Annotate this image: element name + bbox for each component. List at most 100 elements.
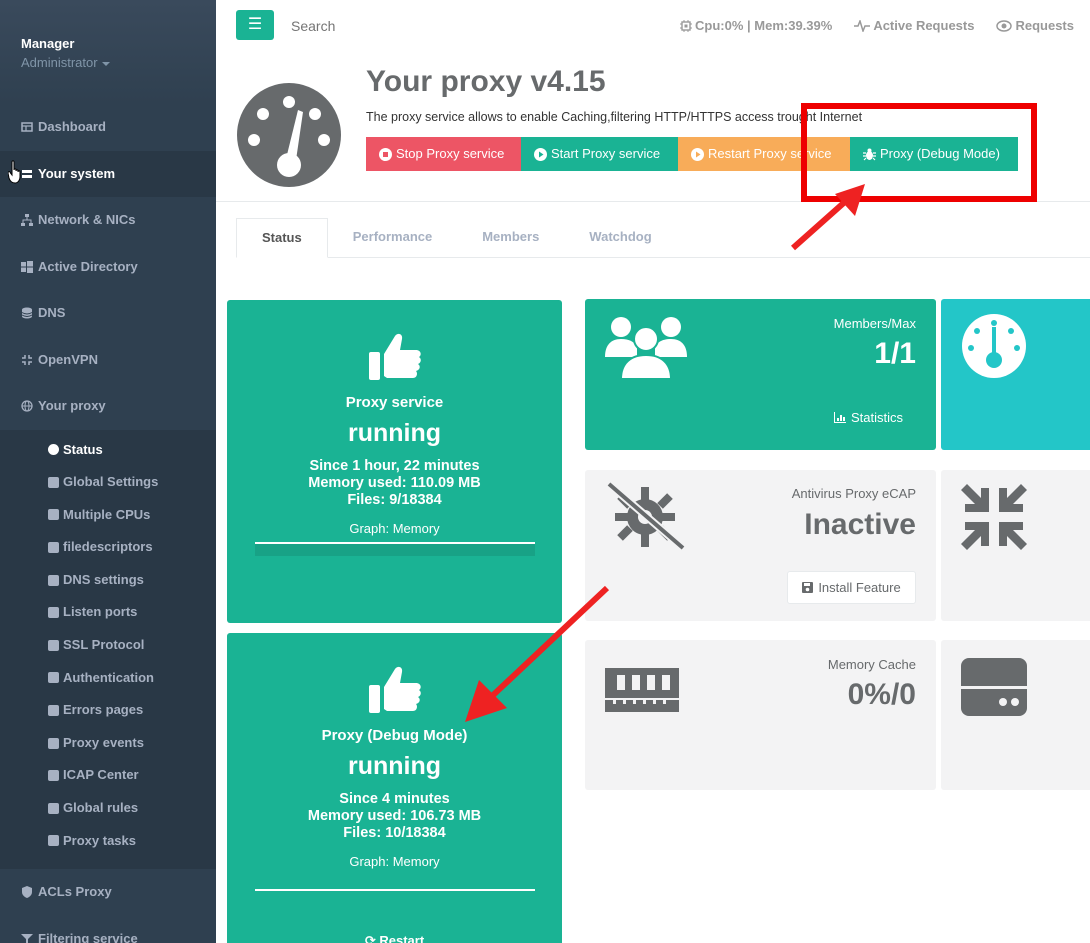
wrench-icon: [48, 607, 59, 619]
card-title: Proxy service: [345, 394, 444, 411]
antivirus-status: Inactive: [804, 508, 916, 541]
sidebar-item-your-system[interactable]: Your system: [0, 150, 216, 197]
sidebar-item-label: ACLs Proxy: [38, 884, 112, 900]
uptime-text: Since 1 hour, 22 minutes: [309, 458, 480, 474]
install-feature-label: Install Feature: [818, 580, 901, 595]
database-icon: [48, 574, 59, 586]
thumbs-up-icon: [368, 333, 421, 380]
antivirus-label: Antivirus Proxy eCAP: [791, 486, 916, 501]
sidebar-item-label: OpenVPN: [38, 351, 98, 367]
eye-icon: [996, 19, 1013, 32]
submenu-item-errors-pages[interactable]: Errors pages: [0, 694, 216, 727]
vpn-icon: [22, 354, 32, 365]
sidebar-item-network[interactable]: Network & NICs: [0, 197, 216, 244]
stop-circle-icon: [379, 147, 392, 161]
memory-module-icon: [605, 668, 679, 712]
proxy-service-card: Proxy service running Since 1 hour, 22 m…: [227, 300, 562, 623]
start-proxy-button[interactable]: Start Proxy service: [521, 137, 678, 171]
submenu-item-proxy-tasks[interactable]: Proxy tasks: [0, 825, 216, 858]
members-widget: Members/Max 1/1 Statistics: [585, 299, 936, 450]
submenu-item-dns-settings[interactable]: DNS settings: [0, 564, 216, 597]
submenu-item-label: Authentication: [63, 669, 154, 685]
stop-proxy-button[interactable]: Stop Proxy service: [366, 137, 521, 171]
compress-arrows-icon: [961, 484, 1027, 550]
submenu-item-icap-center[interactable]: ICAP Center: [0, 759, 216, 792]
annotation-arrow-icon: [465, 585, 610, 722]
cogs-icon: [48, 476, 59, 488]
sidebar-item-label: Active Directory: [38, 258, 138, 274]
nav-menu: Dashboard Your system Network & NICs Act…: [0, 104, 216, 430]
sidebar-item-dashboard[interactable]: Dashboard: [0, 104, 216, 151]
tab-status[interactable]: Status: [236, 218, 328, 258]
submenu-item-status[interactable]: Status: [0, 434, 216, 467]
sidebar-item-label: Your proxy: [38, 398, 106, 413]
submenu-item-filedescriptors[interactable]: filedescriptors: [0, 531, 216, 564]
dashboard-icon: [21, 122, 33, 132]
submenu-item-label: filedescriptors: [63, 539, 153, 555]
submenu-item-label: SSL Protocol: [63, 637, 145, 653]
submenu-item-label: Listen ports: [63, 604, 138, 620]
cpu-mem-indicator[interactable]: Cpu:0% | Mem:39.39%: [680, 18, 832, 33]
file-text-icon: [48, 705, 59, 717]
virus-disabled-icon: [606, 482, 686, 552]
profile-name: Manager: [21, 36, 75, 51]
submenu-item-label: ICAP Center: [63, 767, 139, 783]
tachometer-icon: [962, 314, 1026, 378]
install-feature-button[interactable]: Install Feature: [787, 571, 916, 604]
menu-toggle-button[interactable]: ☰: [236, 10, 274, 40]
submenu-item-authentication[interactable]: Authentication: [0, 662, 216, 695]
database-icon: [21, 307, 33, 319]
floppy-save-icon: [802, 582, 814, 593]
tab-members[interactable]: Members: [457, 218, 564, 258]
system-icon: [22, 169, 32, 178]
submenu-item-global-rules[interactable]: Global rules: [0, 792, 216, 825]
statistics-label: Statistics: [850, 410, 903, 425]
network-icon: [21, 214, 33, 227]
users-group-icon: [605, 317, 687, 379]
statistics-link[interactable]: Statistics: [833, 410, 903, 425]
page-title: Your proxy v4.15: [366, 65, 606, 98]
cpu-icon: [48, 509, 59, 521]
requests-text: Requests: [1015, 18, 1074, 33]
status-tabs: Status Performance Members Watchdog: [236, 218, 1090, 258]
submenu-item-global-settings[interactable]: Global Settings: [0, 466, 216, 499]
tab-performance[interactable]: Performance: [328, 218, 457, 258]
thumbs-up-icon: [368, 666, 421, 713]
cpu-mem-text: Cpu:0% | Mem:39.39%: [695, 18, 833, 33]
active-requests-text: Active Requests: [873, 18, 975, 33]
active-requests-link[interactable]: Active Requests: [854, 18, 974, 33]
submenu-item-multiple-cpus[interactable]: Multiple CPUs: [0, 499, 216, 532]
sidebar-item-openvpn[interactable]: OpenVPN: [0, 337, 216, 384]
submenu-item-label: Proxy tasks: [63, 832, 136, 848]
globe-icon: [21, 400, 33, 412]
compression-widget: [941, 470, 1090, 621]
service-status: running: [347, 752, 442, 780]
restart-link[interactable]: ⟳ Restart: [227, 933, 562, 943]
memory-graph[interactable]: [254, 889, 535, 891]
tab-watchdog[interactable]: Watchdog: [564, 218, 676, 258]
submenu-item-proxy-events[interactable]: Proxy events: [0, 727, 216, 760]
sidebar-item-your-proxy[interactable]: Your proxy: [0, 383, 216, 430]
caret-down-icon: [101, 61, 110, 66]
ssl-icon: [48, 639, 59, 651]
storage-widget: [941, 640, 1090, 790]
play-circle-icon: [534, 147, 547, 161]
memory-graph[interactable]: [254, 542, 535, 556]
cpu-icon: [680, 19, 693, 32]
submenu-item-listen-ports[interactable]: Listen ports: [0, 596, 216, 629]
sidebar-item-active-directory[interactable]: Active Directory: [0, 244, 216, 291]
sidebar-item-filtering-service[interactable]: Filtering service: [0, 916, 216, 943]
sidebar-item-dns[interactable]: DNS: [0, 290, 216, 337]
annotation-arrow-icon: [791, 184, 865, 251]
members-value: 1/1: [874, 337, 916, 370]
requests-link[interactable]: Requests: [996, 18, 1074, 33]
memory-used-text: Memory used: 110.09 MB: [308, 475, 481, 491]
submenu-item-ssl-protocol[interactable]: SSL Protocol: [0, 629, 216, 662]
sidebar-item-acls-proxy[interactable]: ACLs Proxy: [0, 869, 216, 916]
memory-cache-value: 0%/0: [847, 678, 916, 711]
profile-role-dropdown[interactable]: Administrator: [21, 55, 216, 70]
refresh-icon: ⟳: [364, 933, 376, 943]
search-input[interactable]: [291, 18, 491, 34]
sidebar-item-label: Network & NICs: [38, 212, 136, 227]
submenu-item-label: DNS settings: [63, 571, 144, 587]
